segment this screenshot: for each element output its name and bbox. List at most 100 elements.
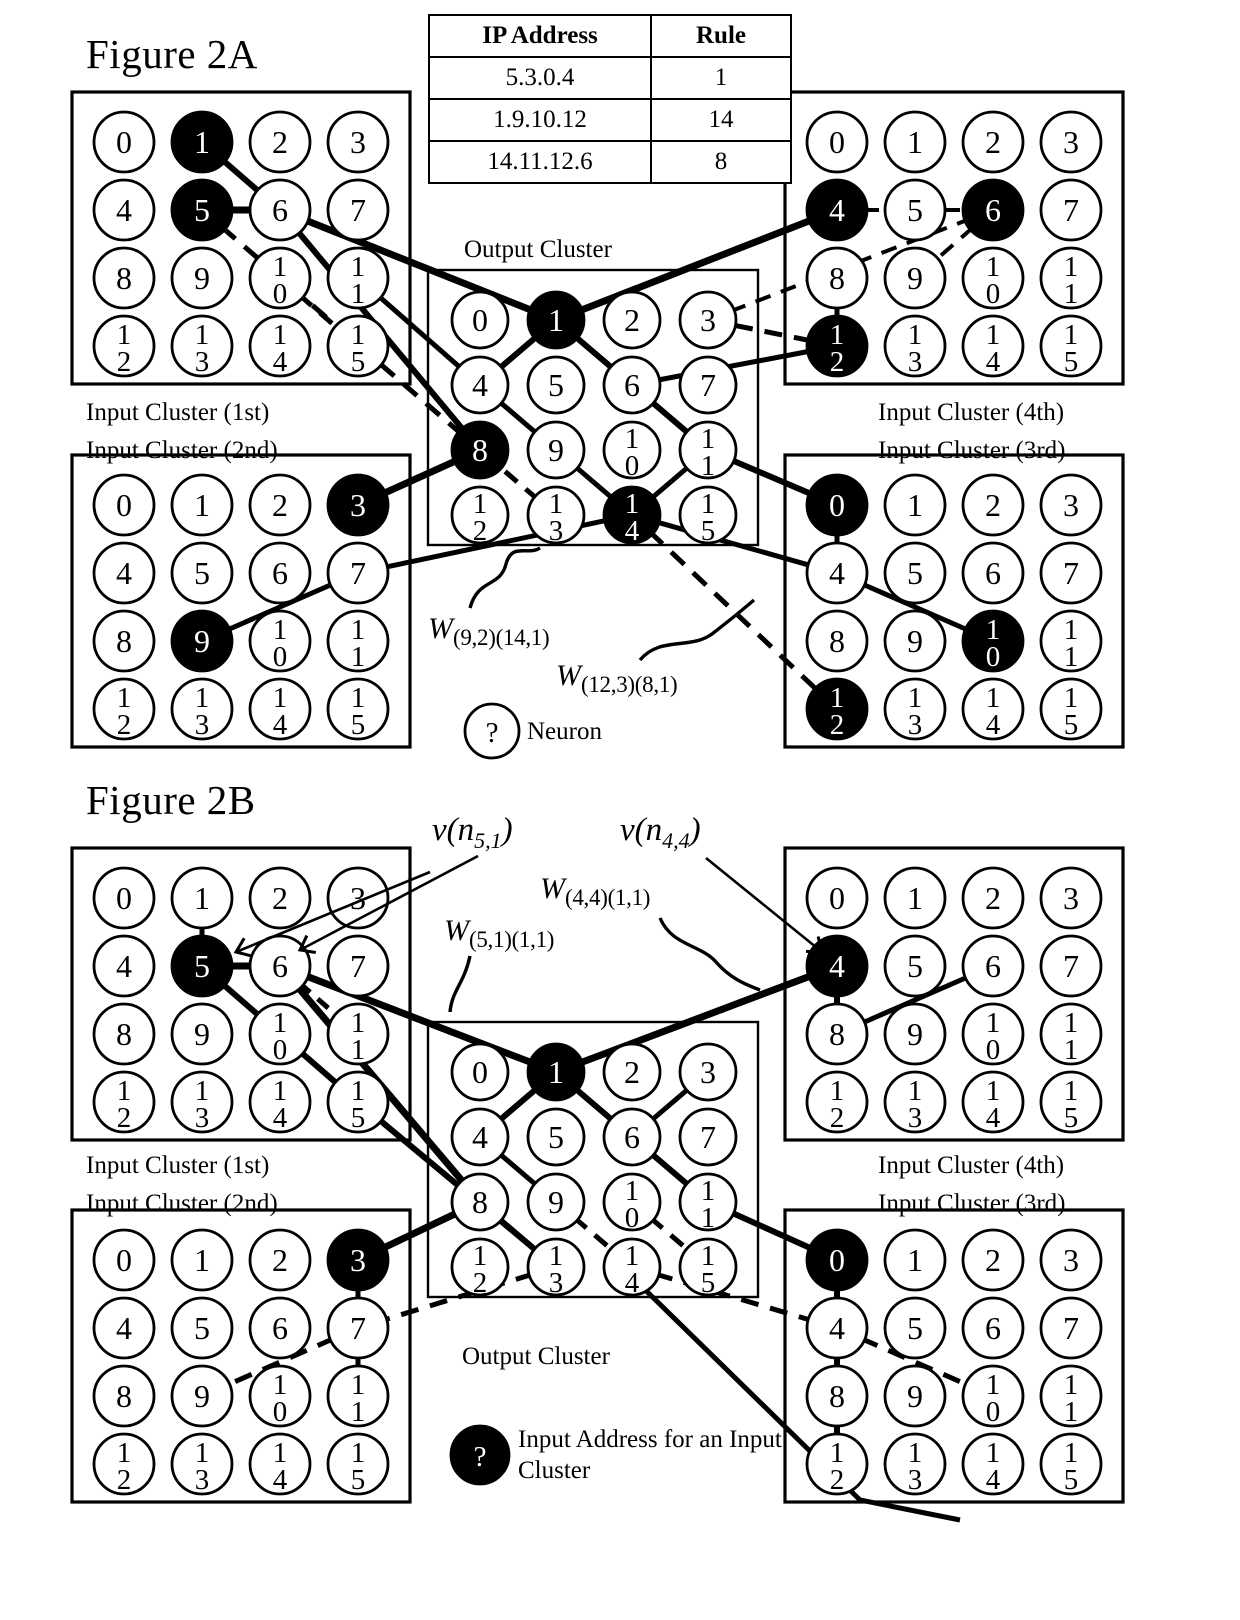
- neuron-node: 2: [961, 473, 1025, 537]
- neuron-node: 2: [961, 866, 1025, 930]
- node-number: 5: [907, 1310, 923, 1346]
- node-number-lower: 0: [986, 1034, 1001, 1066]
- node-number: 6: [985, 948, 1001, 984]
- input-address-legend-label: Input Address for an Input Cluster: [518, 1426, 782, 1484]
- connection-line: [496, 333, 540, 372]
- connection-line: [648, 1085, 692, 1124]
- node-number-lower: 0: [273, 1396, 288, 1428]
- node-number-lower: 2: [830, 346, 845, 378]
- connection-line: [572, 333, 616, 372]
- node-number-lower: 1: [1064, 1396, 1079, 1428]
- svg-text:?: ?: [486, 717, 499, 749]
- node-number: 5: [907, 192, 923, 228]
- node-number: 4: [829, 555, 845, 591]
- node-number: 5: [548, 367, 564, 403]
- neuron-node: 10: [961, 1364, 1025, 1428]
- neuron-node: 13: [170, 314, 234, 378]
- connection-line: [496, 463, 540, 502]
- node-number-lower: 4: [986, 346, 1001, 378]
- node-number: 9: [907, 1016, 923, 1052]
- neuron-node: 11: [326, 1002, 390, 1066]
- neuron-node: 13: [170, 677, 234, 741]
- v-tail: ): [689, 812, 701, 848]
- connection-line: [572, 463, 616, 502]
- ip-rule-table: IP Address Rule 5.3.0.4 1 1.9.10.12 14 1…: [428, 14, 792, 184]
- connection-line: [648, 1150, 692, 1189]
- neuron-node: 15: [326, 314, 390, 378]
- node-number: 6: [624, 1119, 640, 1155]
- neuron-node: 4: [92, 1296, 156, 1360]
- cell-ip: 1.9.10.12: [428, 98, 652, 142]
- neuron-node: 12: [805, 314, 869, 378]
- neuron-node: 1: [170, 110, 234, 174]
- neuron-node: 13: [883, 677, 947, 741]
- neuron-node: 4: [450, 1107, 510, 1167]
- node-number: 4: [829, 192, 845, 228]
- input-cluster-4th-label-a: Input Cluster (4th): [878, 399, 1065, 426]
- neuron-node: 15: [1039, 314, 1103, 378]
- v-tail: ): [501, 812, 513, 848]
- neuron-node: 9: [170, 1364, 234, 1428]
- output-cluster-label-b: Output Cluster: [462, 1343, 610, 1370]
- weight-subscript: (5,1)(1,1): [469, 927, 555, 952]
- node-number: 2: [272, 124, 288, 160]
- neuron-node: 2: [602, 1042, 662, 1102]
- neuron-node: 9: [883, 246, 947, 310]
- connection-line: [496, 1085, 540, 1124]
- node-number: 4: [116, 1310, 132, 1346]
- node-number: 3: [1063, 880, 1079, 916]
- neuron-node: 9: [170, 609, 234, 673]
- node-number: 4: [472, 1119, 488, 1155]
- node-number: 4: [829, 948, 845, 984]
- neuron-node: 0: [450, 1042, 510, 1102]
- neuron-node: 14: [602, 1237, 662, 1299]
- neuron-node: 5: [883, 178, 947, 242]
- node-number: 1: [907, 880, 923, 916]
- node-number-lower: 1: [1064, 641, 1079, 673]
- connection-line: [728, 456, 815, 498]
- node-number-lower: 0: [273, 641, 288, 673]
- neuron-node: 7: [1039, 1296, 1103, 1360]
- node-number: 8: [116, 623, 132, 659]
- callout-leader: [638, 598, 756, 662]
- neuron-node: 7: [326, 541, 390, 605]
- weight-symbol: W: [540, 872, 565, 905]
- node-number: 6: [272, 1310, 288, 1346]
- node-number: 9: [194, 1378, 210, 1414]
- node-number: 0: [472, 1054, 488, 1090]
- weight-subscript: (4,4)(1,1): [565, 885, 651, 910]
- neuron-node: 12: [805, 1070, 869, 1134]
- neuron-node: 0: [805, 1228, 869, 1292]
- node-number-lower: 0: [986, 278, 1001, 310]
- node-number-lower: 4: [986, 1464, 1001, 1496]
- node-number-lower: 5: [351, 346, 366, 378]
- neuron-node: 6: [248, 178, 312, 242]
- header-ip-address: IP Address: [428, 14, 652, 58]
- node-number-lower: 0: [986, 1396, 1001, 1428]
- node-number: 7: [350, 1310, 366, 1346]
- node-number: 1: [907, 1242, 923, 1278]
- neuron-node: 4: [92, 934, 156, 998]
- node-number: 2: [985, 487, 1001, 523]
- neuron-node: 4: [805, 541, 869, 605]
- neuron-node: 10: [248, 609, 312, 673]
- node-number: 9: [907, 260, 923, 296]
- input-cluster-3rd-label-b: Input Cluster (3rd): [878, 1190, 1066, 1217]
- node-number: 0: [829, 487, 845, 523]
- node-number-lower: 3: [549, 1267, 564, 1299]
- neuron-node: 7: [326, 178, 390, 242]
- neuron-node: 10: [961, 246, 1025, 310]
- neuron-node: 1: [170, 1228, 234, 1292]
- neuron-node: 13: [170, 1432, 234, 1496]
- node-number-lower: 1: [351, 278, 366, 310]
- connection-line: [496, 398, 540, 437]
- neuron-node: 8: [92, 609, 156, 673]
- neuron-node: 14: [248, 1070, 312, 1134]
- neuron-node: 10: [602, 420, 662, 482]
- neuron-node: 11: [678, 420, 738, 482]
- neuron-node: 6: [961, 541, 1025, 605]
- neuron-node: 14: [602, 485, 662, 547]
- node-number: 7: [1063, 948, 1079, 984]
- neuron-node: 1: [883, 473, 947, 537]
- neuron-node: 2: [248, 110, 312, 174]
